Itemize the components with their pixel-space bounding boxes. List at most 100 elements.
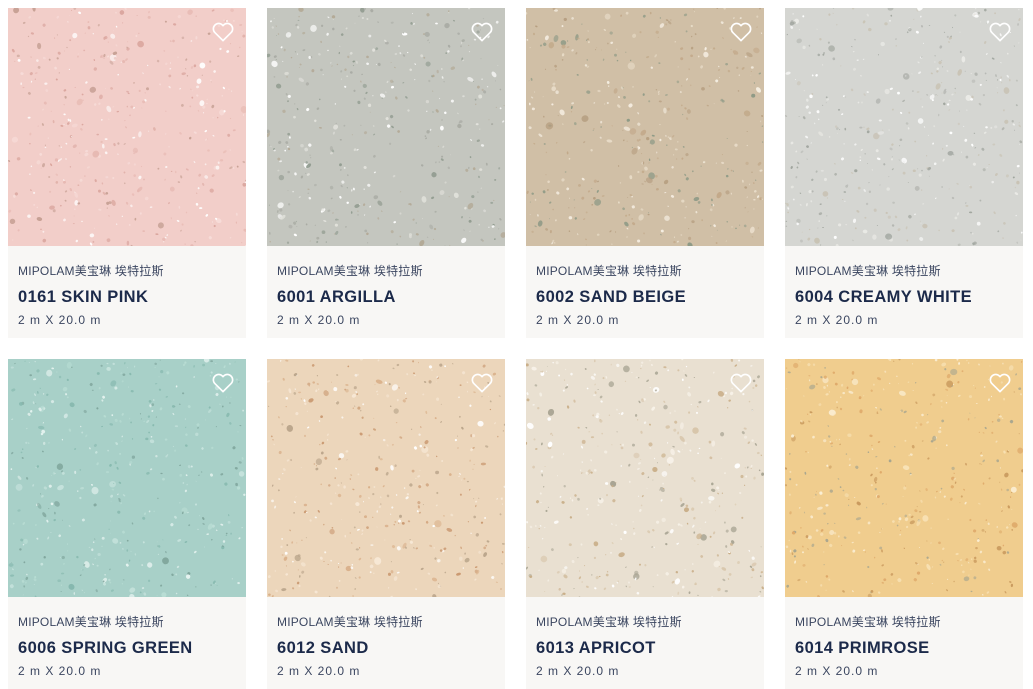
product-card[interactable]: MIPOLAM美宝琳 埃特拉斯 6002 SAND BEIGE 2 m X 20…: [526, 8, 764, 338]
speckle-chip: [746, 196, 749, 199]
product-card[interactable]: MIPOLAM美宝琳 埃特拉斯 6013 APRICOT 2 m X 20.0 …: [526, 359, 764, 689]
speckle-chip: [752, 379, 756, 383]
speckle-chip: [793, 549, 797, 553]
speckle-chip: [922, 223, 928, 229]
product-swatch[interactable]: [526, 8, 764, 246]
speckle-chip: [129, 372, 132, 376]
speckle-chip: [81, 589, 83, 591]
heart-outline-icon[interactable]: [989, 22, 1011, 42]
heart-outline-icon[interactable]: [471, 22, 493, 42]
speckle-chip: [22, 594, 24, 596]
product-card[interactable]: MIPOLAM美宝琳 埃特拉斯 6014 PRIMROSE 2 m X 20.0…: [785, 359, 1023, 689]
speckle-chip: [898, 359, 901, 361]
speckle-chip: [79, 178, 83, 182]
speckle-chip: [728, 399, 731, 402]
speckle-chip: [544, 591, 546, 592]
product-name[interactable]: 6014 PRIMROSE: [795, 637, 1013, 659]
speckle-chip: [326, 433, 330, 436]
speckle-chip: [819, 38, 822, 41]
speckle-chip: [687, 392, 692, 397]
heart-outline-icon[interactable]: [989, 373, 1011, 393]
heart-outline-icon[interactable]: [212, 22, 234, 42]
heart-outline-icon[interactable]: [730, 22, 752, 42]
heart-outline-icon[interactable]: [471, 373, 493, 393]
speckle-chip: [816, 110, 820, 114]
speckle-chip: [820, 529, 824, 532]
speckle-chip: [107, 449, 109, 452]
product-swatch[interactable]: [526, 359, 764, 597]
speckle-chip: [552, 82, 556, 86]
speckle-chip: [851, 378, 859, 386]
product-card[interactable]: MIPOLAM美宝琳 埃特拉斯 0161 SKIN PINK 2 m X 20.…: [8, 8, 246, 338]
product-card[interactable]: MIPOLAM美宝琳 埃特拉斯 6004 CREAMY WHITE 2 m X …: [785, 8, 1023, 338]
product-swatch[interactable]: [267, 8, 505, 246]
speckle-chip: [670, 529, 674, 534]
speckle-chip: [296, 53, 299, 55]
product-brand: MIPOLAM美宝琳 埃特拉斯: [277, 615, 423, 629]
speckle-chip: [307, 188, 310, 191]
speckle-chip: [12, 194, 16, 198]
speckle-chip: [320, 24, 324, 27]
product-card[interactable]: MIPOLAM美宝琳 埃特拉斯 6006 SPRING GREEN 2 m X …: [8, 359, 246, 689]
speckle-chip: [422, 393, 425, 396]
speckle-chip: [175, 592, 178, 595]
speckle-chip: [757, 595, 761, 597]
speckle-chip: [724, 589, 728, 593]
speckle-chip: [898, 390, 906, 396]
speckle-chip: [484, 516, 487, 520]
speckle-chip: [445, 52, 448, 54]
speckle-chip: [267, 380, 271, 383]
speckle-chip: [876, 377, 882, 381]
product-swatch[interactable]: [8, 359, 246, 597]
speckle-chip: [649, 139, 655, 145]
speckle-chip: [432, 594, 437, 597]
product-name[interactable]: 6006 SPRING GREEN: [18, 637, 236, 659]
speckle-chip: [717, 587, 721, 592]
product-name[interactable]: 6001 ARGILLA: [277, 286, 495, 308]
speckle-chip: [815, 74, 818, 77]
product-swatch[interactable]: [267, 359, 505, 597]
product-swatch[interactable]: [8, 8, 246, 246]
speckle-chip: [300, 562, 306, 567]
speckle-chip: [277, 202, 284, 209]
product-name[interactable]: 6002 SAND BEIGE: [536, 286, 754, 308]
speckle-chip: [880, 41, 885, 47]
speckle-chip: [789, 453, 791, 455]
speckle-chip: [887, 215, 891, 219]
speckle-chip: [17, 229, 20, 232]
speckle-chip: [594, 391, 597, 394]
speckle-chip: [377, 200, 383, 206]
speckle-chip: [267, 405, 270, 407]
speckle-chip: [104, 574, 106, 576]
speckle-chip: [234, 467, 238, 470]
product-name[interactable]: 6004 CREAMY WHITE: [795, 286, 1013, 308]
product-name[interactable]: 6012 SAND: [277, 637, 495, 659]
heart-outline-icon[interactable]: [730, 373, 752, 393]
speckle-chip: [55, 181, 59, 184]
speckle-chip: [531, 366, 537, 371]
speckle-chip: [748, 549, 751, 552]
product-swatch[interactable]: [785, 8, 1023, 246]
speckle-chip: [686, 522, 689, 525]
speckle-chip: [242, 182, 246, 187]
product-name[interactable]: 0161 SKIN PINK: [18, 286, 236, 308]
speckle-chip: [531, 107, 535, 111]
speckle-chip: [545, 509, 548, 512]
product-card[interactable]: MIPOLAM美宝琳 埃特拉斯 6001 ARGILLA 2 m X 20.0 …: [267, 8, 505, 338]
speckle-chip: [688, 411, 691, 414]
heart-outline-icon[interactable]: [212, 373, 234, 393]
speckle-chip: [296, 26, 300, 29]
speckle-chip: [673, 154, 675, 156]
speckle-chip: [117, 153, 119, 155]
speckle-chip: [350, 211, 353, 214]
product-swatch[interactable]: [785, 359, 1023, 597]
speckle-chip: [114, 461, 117, 465]
speckle-chip: [91, 548, 94, 552]
product-name[interactable]: 6013 APRICOT: [536, 637, 754, 659]
speckle-chip: [435, 109, 439, 113]
speckle-chip: [60, 204, 62, 207]
speckle-chip: [857, 101, 860, 104]
speckle-chip: [317, 510, 320, 513]
product-card[interactable]: MIPOLAM美宝琳 埃特拉斯 6012 SAND 2 m X 20.0 m: [267, 359, 505, 689]
speckle-chip: [111, 488, 115, 491]
